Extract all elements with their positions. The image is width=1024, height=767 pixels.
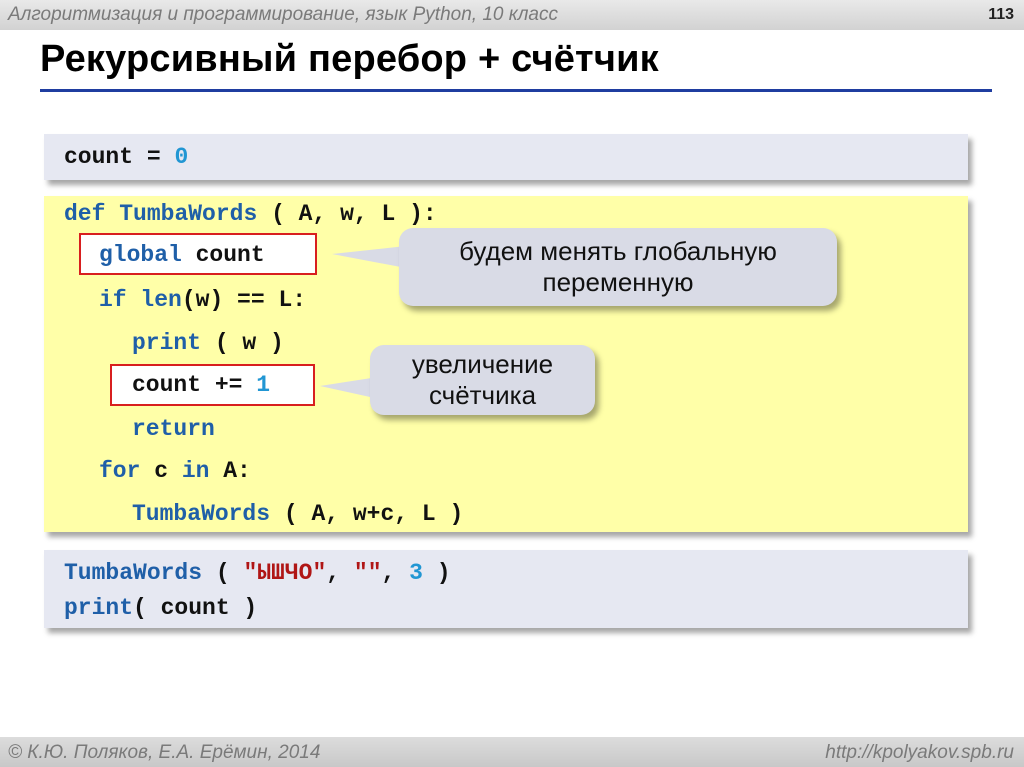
global-note-callout: будем менять глобальную переменную [399, 228, 837, 306]
footer-url: http://kpolyakov.spb.ru [825, 742, 1014, 763]
counter-note-line1: увеличение [411, 348, 554, 379]
global-note-tail [332, 246, 406, 268]
slide-title: Рекурсивный перебор + счётчик [40, 38, 659, 80]
counter-note-line2: счётчика [428, 380, 537, 410]
title-rule [40, 89, 992, 92]
code-line-for: for c in A: [99, 458, 251, 484]
code-line-recursive-call: TumbaWords ( A, w+c, L ) [132, 501, 464, 527]
page-number: 113 [988, 6, 1014, 23]
global-note-line2: переменную [542, 267, 694, 297]
code-line-print-count: print( count ) [64, 595, 258, 621]
course-title: Алгоритмизация и программирование, язык … [8, 4, 558, 25]
footer-authors: © К.Ю. Поляков, Е.А. Ерёмин, 2014 [8, 742, 321, 763]
code-line-return: return [132, 416, 215, 442]
code-line-call: TumbaWords ( "ЫШЧО", "", 3 ) [64, 560, 451, 586]
code-line-if: if len(w) == L: [99, 287, 307, 313]
counter-note-callout: увеличение счётчика [370, 345, 595, 415]
code-line-init: count = 0 [64, 144, 189, 170]
code-line-print-w: print ( w ) [132, 330, 284, 356]
code-line-global: global count [99, 242, 265, 268]
code-line-def: def TumbaWords ( A, w, L ): [64, 201, 437, 227]
code-line-increment: count += 1 [132, 372, 271, 398]
global-note-line1: будем менять глобальную [459, 235, 777, 266]
